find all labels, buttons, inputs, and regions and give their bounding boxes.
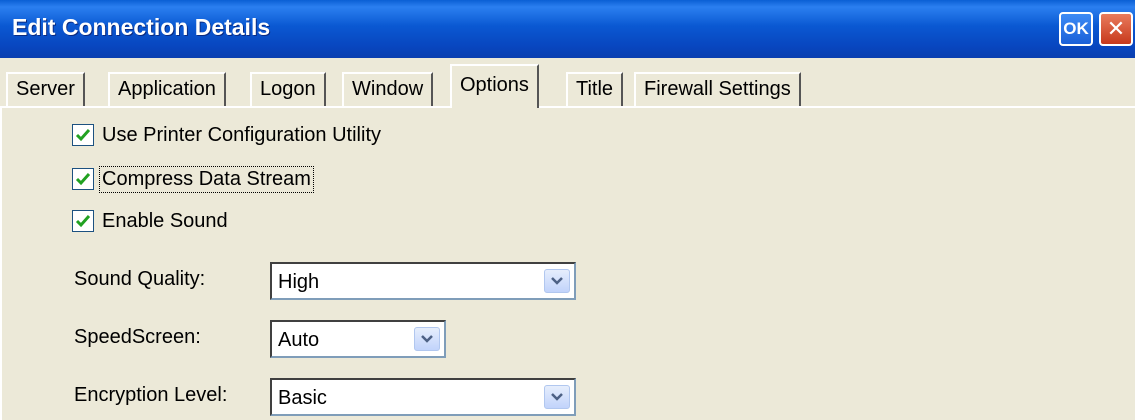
- checkbox-box[interactable]: [72, 124, 94, 146]
- sound-quality-label: Sound Quality:: [74, 268, 206, 290]
- checkmark-icon: [75, 215, 91, 228]
- title-bar[interactable]: Edit Connection Details OK ✕: [0, 0, 1135, 58]
- checkbox-label: Use Printer Configuration Utility: [102, 123, 381, 146]
- select-value: Auto: [278, 329, 320, 351]
- sound-quality-select[interactable]: High: [270, 262, 576, 300]
- select-value: Basic: [278, 387, 327, 409]
- speedscreen-select[interactable]: Auto: [270, 320, 446, 358]
- ok-button[interactable]: OK: [1059, 12, 1093, 46]
- tab-options[interactable]: Options: [450, 64, 539, 108]
- encryption-level-select[interactable]: Basic: [270, 378, 576, 416]
- checkbox-label: Compress Data Stream: [99, 165, 314, 193]
- speedscreen-label: SpeedScreen:: [74, 326, 201, 348]
- chevron-down-icon[interactable]: [414, 327, 440, 351]
- tab-logon[interactable]: Logon: [250, 72, 326, 106]
- tab-firewall-settings[interactable]: Firewall Settings: [634, 72, 801, 106]
- tab-title[interactable]: Title: [566, 72, 624, 106]
- compress-data-checkbox[interactable]: Compress Data Stream: [72, 164, 314, 194]
- printer-config-checkbox[interactable]: Use Printer Configuration Utility: [72, 120, 383, 150]
- tab-server[interactable]: Server: [6, 72, 85, 106]
- checkbox-label: Enable Sound: [102, 209, 228, 232]
- tab-window[interactable]: Window: [342, 72, 434, 106]
- checkbox-box[interactable]: [72, 210, 94, 232]
- encryption-level-label: Encryption Level:: [74, 384, 228, 406]
- chevron-down-icon[interactable]: [544, 385, 570, 409]
- select-value: High: [278, 271, 320, 293]
- checkbox-box[interactable]: [72, 168, 94, 190]
- close-button[interactable]: ✕: [1099, 12, 1133, 46]
- chevron-down-icon[interactable]: [544, 269, 570, 293]
- tab-application[interactable]: Application: [108, 72, 226, 106]
- enable-sound-checkbox[interactable]: Enable Sound: [72, 206, 230, 236]
- window-title: Edit Connection Details: [12, 14, 271, 40]
- checkmark-icon: [75, 129, 91, 142]
- checkmark-icon: [75, 173, 91, 186]
